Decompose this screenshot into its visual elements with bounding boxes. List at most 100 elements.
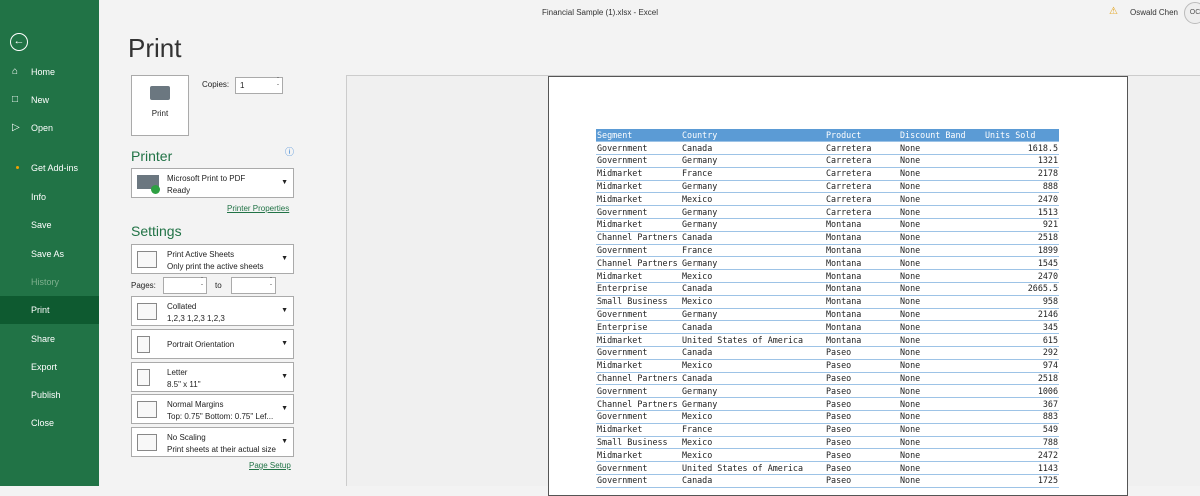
avatar[interactable]: OC xyxy=(1184,2,1200,24)
paper-size-select[interactable]: Letter 8.5" x 11" ▼ xyxy=(131,362,294,392)
table-cell: 1618.5 xyxy=(984,141,1059,156)
sidebar-item-label: Home xyxy=(31,67,56,77)
sidebar-item-info[interactable]: Info xyxy=(0,183,99,211)
table-row: Midmarket United States of America Montana… xyxy=(596,333,1059,348)
collation-select[interactable]: Collated 1,2,3 1,2,3 1,2,3 ▼ xyxy=(131,296,294,326)
scaling-select[interactable]: No Scaling Print sheets at their actual s… xyxy=(131,427,294,457)
table-cell: None xyxy=(899,231,984,245)
table-cell: Government xyxy=(596,244,681,258)
sidebar-item-label: Open xyxy=(31,123,54,133)
page-setup-link[interactable]: Page Setup xyxy=(249,461,291,470)
pages-from-input[interactable]: ˆˇ xyxy=(163,277,207,294)
sheets-l1: Print Active Sheets xyxy=(167,250,235,259)
sidebar-item-save-as[interactable]: Save As xyxy=(0,240,99,268)
spin-arrows-icon[interactable]: ˆˇ xyxy=(201,278,203,292)
sidebar-item-home[interactable]: ⌂ Home xyxy=(0,58,99,86)
spin-arrows-icon[interactable]: ˆˇ xyxy=(277,78,279,92)
table-cell: Paseo xyxy=(825,410,899,424)
new-indicator-icon xyxy=(16,166,19,169)
table-cell: 788 xyxy=(984,436,1059,450)
table-cell: Canada xyxy=(681,372,825,386)
table-row: Midmarket Mexico Montana None 2470 xyxy=(596,269,1059,284)
table-cell: 367 xyxy=(984,397,1059,412)
table-cell: Montana xyxy=(825,231,899,245)
table-row: Channel Partners Canada Paseo None 2518 xyxy=(596,372,1059,386)
table-cell: Small Business xyxy=(596,436,681,450)
sidebar-item-label: Save xyxy=(31,220,52,230)
table-cell: Montana xyxy=(825,295,899,309)
spin-arrows-icon[interactable]: ˆˇ xyxy=(270,278,272,292)
dropdown-arrow-icon: ▼ xyxy=(281,307,288,314)
print-what-select[interactable]: Print Active Sheets Only print the active… xyxy=(131,244,294,274)
printer-select[interactable]: Microsoft Print to PDF Ready ▼ xyxy=(131,168,294,198)
table-cell: Canada xyxy=(681,282,825,296)
dropdown-arrow-icon: ▼ xyxy=(281,340,288,347)
table-cell: Government xyxy=(596,308,681,322)
table-cell: Canada xyxy=(681,231,825,245)
orientation-select[interactable]: Portrait Orientation ▼ xyxy=(131,329,294,359)
new-doc-icon: □ xyxy=(12,94,19,105)
table-row: Midmarket Mexico Paseo None 2472 xyxy=(596,448,1059,463)
sidebar-item-open[interactable]: ▷ Open xyxy=(0,114,99,142)
table-cell: Canada xyxy=(681,346,825,360)
table-cell: 292 xyxy=(984,346,1059,360)
table-cell: None xyxy=(899,333,984,348)
table-cell: 958 xyxy=(984,295,1059,309)
table-cell: Germany xyxy=(681,205,825,220)
table-cell: 2518 xyxy=(984,231,1059,245)
table-cell: Mexico xyxy=(681,448,825,463)
paper-l2: 8.5" x 11" xyxy=(167,380,201,389)
table-cell: 888 xyxy=(984,180,1059,194)
user-name[interactable]: Oswald Chen xyxy=(1130,8,1178,17)
table-row: Midmarket Germany Carretera None 888 xyxy=(596,180,1059,194)
print-button[interactable]: Print xyxy=(131,75,189,136)
table-cell: Paseo xyxy=(825,346,899,360)
table-cell: Montana xyxy=(825,333,899,348)
sidebar-item-get-add-ins[interactable]: Get Add-ins xyxy=(0,154,99,182)
sidebar-item-label: Info xyxy=(31,192,47,202)
copies-value: 1 xyxy=(240,81,245,90)
table-row: Channel Partners Germany Montana None 1545 xyxy=(596,256,1059,271)
table-cell: 549 xyxy=(984,423,1059,437)
back-arrow-icon[interactable]: ← xyxy=(10,33,28,51)
table-cell: Mexico xyxy=(681,269,825,284)
orientation-l1: Portrait Orientation xyxy=(167,340,235,349)
table-row: Government Germany Carretera None 1321 xyxy=(596,154,1059,168)
collate-icon xyxy=(137,303,157,320)
table-cell: Montana xyxy=(825,244,899,258)
pages-to-input[interactable]: ˆˇ xyxy=(231,277,276,294)
copies-input[interactable]: 1 ˆˇ xyxy=(235,77,283,94)
sidebar-item-print[interactable]: Print xyxy=(0,296,99,324)
table-cell: 1143 xyxy=(984,461,1059,476)
sidebar-item-save[interactable]: Save xyxy=(0,211,99,239)
printer-properties-link[interactable]: Printer Properties xyxy=(227,204,289,213)
table-cell: Government xyxy=(596,410,681,424)
sidebar-item-share[interactable]: Share xyxy=(0,325,99,353)
column-header: Country xyxy=(681,129,825,143)
table-cell: None xyxy=(899,448,984,463)
margins-select[interactable]: Normal Margins Top: 0.75" Bottom: 0.75" L… xyxy=(131,394,294,424)
sheet-table: Segment Country Product Discount Band Units … xyxy=(596,129,1059,488)
table-cell: Paseo xyxy=(825,384,899,399)
table-cell: Paseo xyxy=(825,372,899,386)
sidebar-item-label: Print xyxy=(31,305,50,315)
sidebar-item-close[interactable]: Close xyxy=(0,409,99,437)
printer-name: Microsoft Print to PDF xyxy=(167,174,246,183)
table-row: Government Canada Paseo None 292 xyxy=(596,346,1059,360)
table-cell: Government xyxy=(596,461,681,476)
table-cell: Carretera xyxy=(825,167,899,181)
table-cell: Government xyxy=(596,154,681,168)
sidebar-item-publish[interactable]: Publish xyxy=(0,381,99,409)
table-cell: Montana xyxy=(825,218,899,232)
table-cell: 2665.5 xyxy=(984,282,1059,296)
info-icon[interactable]: ⓘ xyxy=(285,145,294,158)
warning-icon[interactable]: ⚠ xyxy=(1109,6,1118,17)
sidebar-item-export[interactable]: Export xyxy=(0,353,99,381)
table-cell: Channel Partners xyxy=(596,256,681,271)
table-cell: Midmarket xyxy=(596,218,681,232)
table-cell: None xyxy=(899,410,984,424)
margins-icon xyxy=(137,401,157,418)
table-cell: Paseo xyxy=(825,474,899,488)
sidebar-item-new[interactable]: □ New xyxy=(0,86,99,114)
table-cell: Germany xyxy=(681,397,825,412)
